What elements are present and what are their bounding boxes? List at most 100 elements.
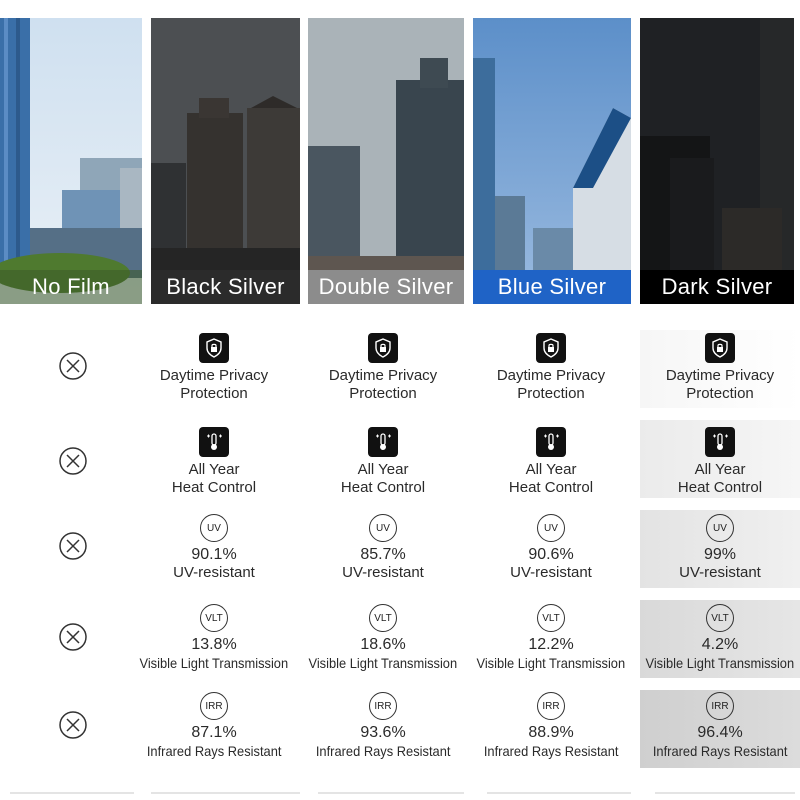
vlt-cell: VLT 18.6% Visible Light Transmission [300,604,466,672]
irr-icon: IRR [706,692,734,720]
vlt-label: Visible Light Transmission [308,655,458,671]
film-label-blue-silver: Blue Silver [473,270,631,304]
heat-cell: All Year Heat Control [637,427,800,497]
thermometer-icon [536,427,566,457]
uv-icon: UV [537,514,565,542]
divider [151,792,300,794]
privacy-line1: Daytime Privacy [159,367,269,384]
uv-icon: UV [706,514,734,542]
uv-icon: UV [369,514,397,542]
uv-value: 85.7% [360,546,406,563]
heat-cell: All Year Heat Control [300,427,466,497]
irr-value: 88.9% [528,724,574,741]
uv-cell: UV 90.6% UV-resistant [468,514,634,582]
irr-label: Infrared Rays Resistant [652,743,788,759]
uv-label: UV-resistant [342,564,424,581]
irr-icon: IRR [369,692,397,720]
x-circle-icon [59,532,87,560]
film-label-black-silver: Black Silver [151,270,300,304]
irr-cell: IRR 93.6% Infrared Rays Resistant [300,692,466,760]
vlt-label: Visible Light Transmission [645,655,795,671]
vlt-icon: VLT [706,604,734,632]
divider [487,792,631,794]
lock-icon [199,333,229,363]
thermometer-icon [705,427,735,457]
uv-label: UV-resistant [510,564,592,581]
film-label-no-film: No Film [0,270,142,304]
lock-icon [536,333,566,363]
film-label-double-silver: Double Silver [308,270,464,304]
divider [318,792,464,794]
x-circle-icon [59,623,87,651]
heat-cell: All Year Heat Control [468,427,634,497]
privacy-cell: Daytime Privacy Protection [637,333,800,403]
lock-icon [368,333,398,363]
vlt-value: 18.6% [360,636,406,653]
heat-line1: All Year [357,461,409,478]
blue-silver-photo: Blue Silver [473,18,631,304]
privacy-line2: Protection [517,385,585,402]
vlt-label: Visible Light Transmission [476,655,626,671]
irr-cell: IRR 88.9% Infrared Rays Resistant [468,692,634,760]
vlt-label: Visible Light Transmission [139,655,289,671]
vlt-cell: VLT 12.2% Visible Light Transmission [468,604,634,672]
vlt-value: 4.2% [701,636,739,653]
vlt-cell: VLT 13.8% Visible Light Transmission [131,604,297,672]
black-silver-photo: Black Silver [151,18,300,304]
irr-value: 93.6% [360,724,406,741]
x-circle-icon [59,447,87,475]
privacy-cell: Daytime Privacy Protection [300,333,466,403]
heat-cell: All Year Heat Control [131,427,297,497]
irr-value: 87.1% [191,724,237,741]
irr-label: Infrared Rays Resistant [315,743,451,759]
uv-label: UV-resistant [679,564,761,581]
irr-label: Infrared Rays Resistant [146,743,282,759]
thermometer-icon [199,427,229,457]
heat-line2: Heat Control [340,479,426,496]
x-circle-icon [59,711,87,739]
heat-line1: All Year [525,461,577,478]
uv-label: UV-resistant [173,564,255,581]
heat-line1: All Year [694,461,746,478]
privacy-line2: Protection [180,385,248,402]
irr-value: 96.4% [697,724,743,741]
uv-icon: UV [200,514,228,542]
heat-line2: Heat Control [677,479,763,496]
no-film-photo: No Film [0,18,142,304]
vlt-value: 12.2% [528,636,574,653]
divider [655,792,795,794]
vlt-value: 13.8% [191,636,237,653]
privacy-line1: Daytime Privacy [496,367,606,384]
uv-cell: UV 85.7% UV-resistant [300,514,466,582]
dark-silver-photo: Dark Silver [640,18,794,304]
privacy-line1: Daytime Privacy [665,367,775,384]
vlt-icon: VLT [200,604,228,632]
privacy-line2: Protection [349,385,417,402]
uv-value: 90.6% [528,546,574,563]
divider [10,792,134,794]
irr-icon: IRR [200,692,228,720]
heat-line1: All Year [188,461,240,478]
film-label-dark-silver: Dark Silver [640,270,794,304]
uv-cell: UV 99% UV-resistant [637,514,800,582]
uv-value: 99% [703,546,737,563]
privacy-cell: Daytime Privacy Protection [131,333,297,403]
heat-line2: Heat Control [508,479,594,496]
heat-line2: Heat Control [171,479,257,496]
vlt-icon: VLT [537,604,565,632]
x-circle-icon [59,352,87,380]
uv-value: 90.1% [191,546,237,563]
vlt-icon: VLT [369,604,397,632]
uv-cell: UV 90.1% UV-resistant [131,514,297,582]
double-silver-photo: Double Silver [308,18,464,304]
privacy-line2: Protection [686,385,754,402]
vlt-cell: VLT 4.2% Visible Light Transmission [637,604,800,672]
privacy-line1: Daytime Privacy [328,367,438,384]
irr-label: Infrared Rays Resistant [483,743,619,759]
privacy-cell: Daytime Privacy Protection [468,333,634,403]
thermometer-icon [368,427,398,457]
irr-icon: IRR [537,692,565,720]
irr-cell: IRR 96.4% Infrared Rays Resistant [637,692,800,760]
irr-cell: IRR 87.1% Infrared Rays Resistant [131,692,297,760]
lock-icon [705,333,735,363]
